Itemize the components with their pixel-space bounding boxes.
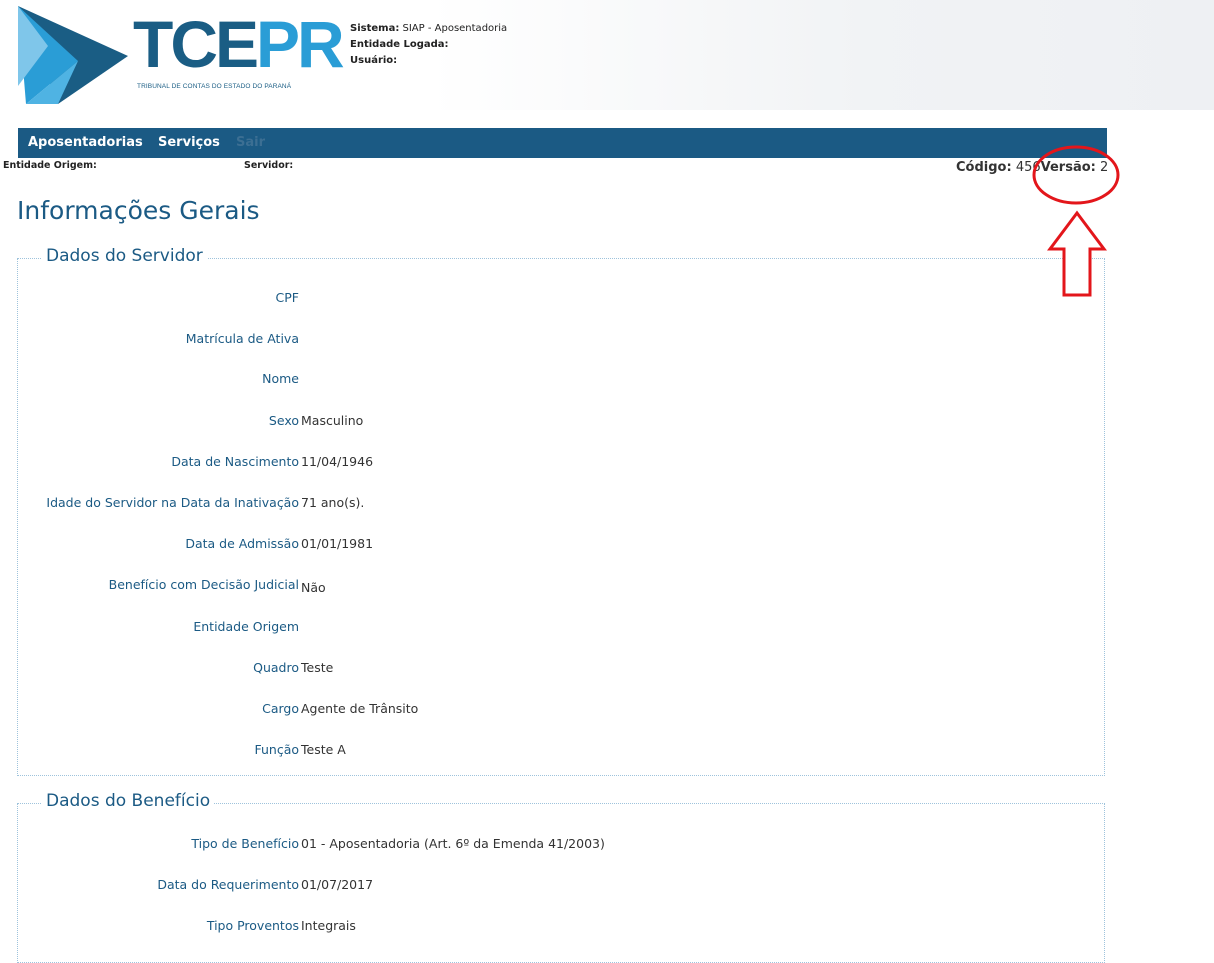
row-quadro: Quadro Teste bbox=[18, 660, 1078, 678]
sistema-value: SIAP - Aposentadoria bbox=[402, 23, 508, 34]
field-label: Matrícula de Ativa bbox=[185, 331, 299, 346]
field-value: Teste bbox=[301, 660, 334, 675]
menu-item-sair[interactable]: Sair bbox=[236, 135, 265, 150]
row-entidade-origem: Entidade Origem bbox=[18, 619, 1078, 637]
field-label: Tipo de Benefício bbox=[191, 836, 299, 851]
annotation-circle-icon bbox=[1032, 145, 1120, 205]
servidor-label: Servidor: bbox=[244, 160, 294, 171]
row-sexo: Sexo Masculino bbox=[18, 413, 1078, 431]
field-label: CPF bbox=[275, 290, 299, 305]
dados-servidor-section: Dados do Servidor CPF Matrícula de Ativa… bbox=[17, 246, 1105, 776]
entidade-origem-label: Entidade Origem: bbox=[3, 160, 97, 171]
tcepr-logo-icon bbox=[18, 6, 128, 104]
logo-wordmark: TCEPR bbox=[133, 7, 345, 81]
row-cargo: Cargo Agente de Trânsito bbox=[18, 701, 1078, 719]
field-label: Nome bbox=[262, 371, 299, 386]
logo-pr: PR bbox=[256, 7, 345, 81]
row-nome: Nome bbox=[18, 371, 1078, 389]
row-funcao: Função Teste A bbox=[18, 742, 1078, 760]
logo-tce: TCE bbox=[133, 7, 259, 81]
field-value: Agente de Trânsito bbox=[301, 701, 419, 716]
field-value: 71 ano(s). bbox=[301, 495, 365, 510]
menu-item-servicos[interactable]: Serviços bbox=[158, 135, 220, 150]
field-value: Integrais bbox=[301, 918, 356, 933]
dados-servidor-legend: Dados do Servidor bbox=[42, 246, 207, 266]
field-label: Data de Nascimento bbox=[171, 454, 299, 469]
row-cpf: CPF bbox=[18, 290, 1078, 308]
annotation-overlay bbox=[1032, 145, 1120, 297]
page-header: TCEPR TRIBUNAL DE CONTAS DO ESTADO DO PA… bbox=[0, 0, 1214, 110]
row-decisao-judicial: Benefício com Decisão Judicial Não bbox=[18, 577, 1078, 595]
field-label: Sexo bbox=[268, 413, 299, 428]
system-info: Sistema: SIAP - Aposentadoria Entidade L… bbox=[350, 21, 507, 69]
menu-item-aposentadorias[interactable]: Aposentadorias bbox=[28, 135, 143, 150]
row-data-admissao: Data de Admissão 01/01/1981 bbox=[18, 536, 1078, 554]
sistema-label: Sistema: bbox=[350, 23, 400, 34]
field-value: 11/04/1946 bbox=[301, 454, 374, 469]
entidade-logada-label: Entidade Logada: bbox=[350, 39, 449, 50]
usuario-label: Usuário: bbox=[350, 55, 398, 66]
row-data-nascimento: Data de Nascimento 11/04/1946 bbox=[18, 454, 1078, 472]
row-data-requerimento: Data do Requerimento 01/07/2017 bbox=[18, 877, 1078, 895]
field-label: Benefício com Decisão Judicial bbox=[108, 577, 299, 592]
field-label: Data de Admissão bbox=[185, 536, 299, 551]
field-label: Entidade Origem bbox=[193, 619, 299, 634]
field-label: Tipo Proventos bbox=[206, 918, 299, 933]
field-label: Função bbox=[254, 742, 299, 757]
annotation-arrow-up-icon bbox=[1047, 210, 1107, 297]
field-value: Não bbox=[301, 580, 326, 595]
row-tipo-beneficio: Tipo de Benefício 01 - Aposentadoria (Ar… bbox=[18, 836, 1078, 854]
row-matricula: Matrícula de Ativa bbox=[18, 331, 1078, 349]
field-value: Teste A bbox=[301, 742, 346, 757]
dados-beneficio-legend: Dados do Benefício bbox=[42, 791, 215, 811]
field-value: 01/07/2017 bbox=[301, 877, 374, 892]
logo-subtitle: TRIBUNAL DE CONTAS DO ESTADO DO PARANÁ bbox=[137, 83, 292, 90]
row-idade-inativacao: Idade do Servidor na Data da Inativação … bbox=[18, 495, 1078, 513]
page-title: Informações Gerais bbox=[17, 196, 260, 225]
field-label: Cargo bbox=[262, 701, 299, 716]
field-label: Idade do Servidor na Data da Inativação bbox=[46, 495, 299, 510]
field-value: 01/01/1981 bbox=[301, 536, 374, 551]
field-value: 01 - Aposentadoria (Art. 6º da Emenda 41… bbox=[301, 836, 605, 851]
field-label: Data do Requerimento bbox=[157, 877, 299, 892]
row-tipo-proventos: Tipo Proventos Integrais bbox=[18, 918, 1078, 936]
header-background bbox=[430, 0, 1214, 110]
field-label: Quadro bbox=[253, 660, 299, 675]
codigo-label: Código: bbox=[956, 160, 1012, 175]
main-menu-bar: Aposentadorias Serviços Sair bbox=[18, 128, 1107, 158]
field-value: Masculino bbox=[301, 413, 364, 428]
dados-beneficio-section: Dados do Benefício Tipo de Benefício 01 … bbox=[17, 791, 1105, 963]
